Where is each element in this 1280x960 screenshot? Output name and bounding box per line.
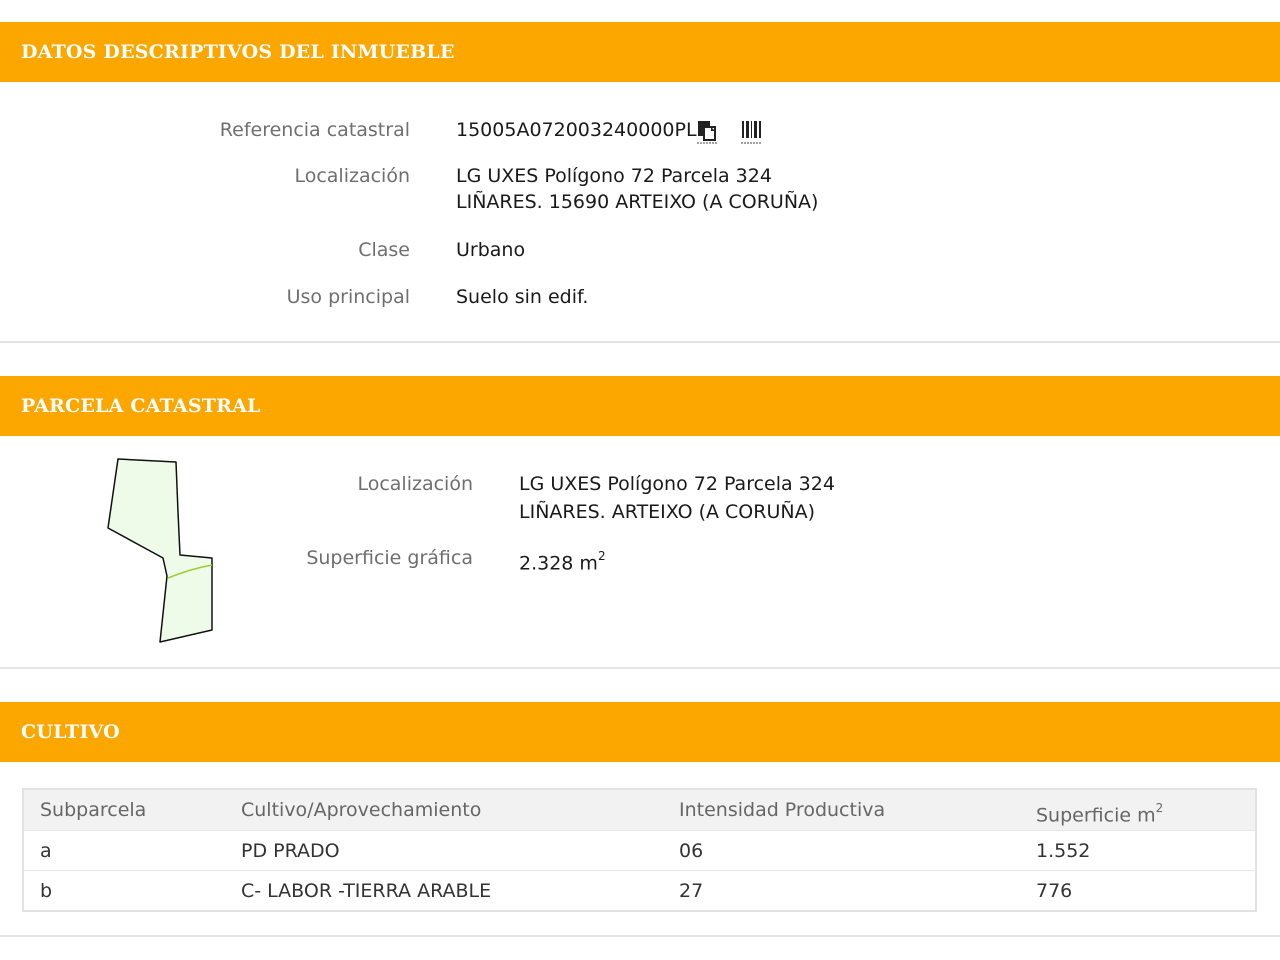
clase-label: Clase xyxy=(358,239,410,261)
section-header-parcel: PARCELA CATASTRAL xyxy=(0,376,1280,436)
clase-value: Urbano xyxy=(456,239,526,261)
copy-icon[interactable] xyxy=(697,120,719,144)
table-header-row: Subparcela Cultivo/Aprovechamiento Inten… xyxy=(24,790,1255,830)
cell-subparcela: a xyxy=(40,840,52,862)
section-divider xyxy=(0,935,1280,937)
localizacion-line2: LIÑARES. 15690 ARTEIXO (A CORUÑA) xyxy=(456,191,819,213)
parcel-localizacion-line1: LG UXES Polígono 72 Parcela 324 xyxy=(519,473,835,495)
cell-subparcela: b xyxy=(40,880,53,902)
barcode-icon[interactable] xyxy=(741,120,763,144)
uso-value: Suelo sin edif. xyxy=(456,286,589,308)
header-superficie: Superficie m2 xyxy=(1036,801,1164,827)
uso-label: Uso principal xyxy=(286,286,410,308)
cell-cultivo: PD PRADO xyxy=(241,840,340,862)
ref-label: Referencia catastral xyxy=(219,119,410,141)
ref-value: 15005A072003240000PL xyxy=(456,119,697,141)
cell-intensidad: 27 xyxy=(679,880,704,902)
cell-superficie: 1.552 xyxy=(1036,840,1091,862)
table-row: a PD PRADO 06 1.552 xyxy=(24,830,1255,870)
superficie-grafica-label: Superficie gráfica xyxy=(306,547,473,569)
localizacion-label: Localización xyxy=(294,165,410,187)
section-divider xyxy=(0,341,1280,343)
localizacion-line1: LG UXES Polígono 72 Parcela 324 xyxy=(456,165,772,187)
parcel-localizacion-label: Localización xyxy=(357,473,473,495)
cell-intensidad: 06 xyxy=(679,840,704,862)
table-row: b C- LABOR -TIERRA ARABLE 27 776 xyxy=(24,870,1255,910)
crop-table: Subparcela Cultivo/Aprovechamiento Inten… xyxy=(22,788,1257,912)
header-cultivo: Cultivo/Aprovechamiento xyxy=(241,799,482,821)
parcel-map-thumbnail[interactable] xyxy=(100,452,230,652)
header-intensidad: Intensidad Productiva xyxy=(679,799,886,821)
section-header-crop: CULTIVO xyxy=(0,702,1280,762)
section-divider xyxy=(0,667,1280,669)
header-subparcela: Subparcela xyxy=(40,799,147,821)
cell-cultivo: C- LABOR -TIERRA ARABLE xyxy=(241,880,492,902)
section-header-descriptive: DATOS DESCRIPTIVOS DEL INMUEBLE xyxy=(0,22,1280,82)
superficie-grafica-value: 2.328 m2 xyxy=(519,549,606,575)
cell-superficie: 776 xyxy=(1036,880,1073,902)
parcel-localizacion-line2: LIÑARES. ARTEIXO (A CORUÑA) xyxy=(519,501,815,523)
